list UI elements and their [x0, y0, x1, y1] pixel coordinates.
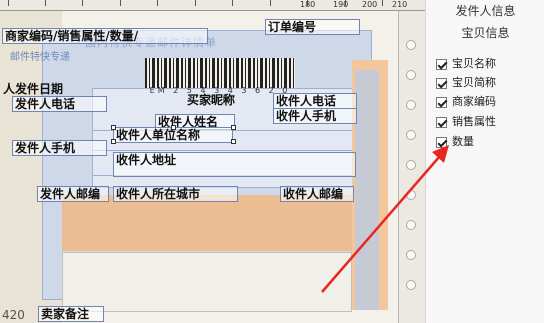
ruler-tick: [82, 0, 83, 6]
field-seller-code-attr[interactable]: 商家编码/销售属性/数量/: [2, 28, 208, 44]
waybill-blue-strip: [355, 70, 379, 310]
field-receiver-mobile[interactable]: 收件人手机: [273, 108, 357, 124]
field-sender-mobile[interactable]: 发件人手机: [12, 140, 107, 156]
perforation-hole: [406, 70, 416, 80]
resize-handle[interactable]: [111, 125, 116, 130]
ruler-tick: [270, 0, 271, 6]
perforation-hole: [406, 250, 416, 260]
perforation-hole: [406, 100, 416, 110]
field-receiver-zip[interactable]: 收件人邮编: [280, 186, 354, 202]
checkbox-icon[interactable]: [436, 136, 447, 148]
option-quantity[interactable]: 数量: [436, 134, 474, 150]
option-label: 商家编码: [452, 96, 496, 108]
ruler-tick: [157, 0, 158, 6]
waybill-printed-subtitle: 邮件特快专递: [10, 52, 70, 63]
field-receiver-phone[interactable]: 收件人电话: [273, 93, 357, 109]
resize-handle[interactable]: [171, 125, 176, 130]
ruler-tick: [382, 0, 383, 6]
ruler-number: 180: [300, 0, 316, 9]
perforation-hole: [406, 280, 416, 290]
ruler-number: 190: [333, 0, 349, 9]
field-sender-phone[interactable]: 发件人电话: [12, 96, 107, 112]
option-item-name[interactable]: 宝贝名称: [436, 56, 496, 72]
perforation-hole: [406, 40, 416, 50]
grid-line: [92, 150, 357, 151]
app-window: 180 190 200 210 国内特快专递邮件详情单 邮件特快专递 EM 2 …: [0, 0, 544, 323]
waybill-canvas[interactable]: 180 190 200 210 国内特快专递邮件详情单 邮件特快专递 EM 2 …: [0, 0, 425, 323]
resize-handle[interactable]: [111, 139, 116, 144]
waybill-bottom-panel: [62, 252, 352, 312]
perforation-hole: [406, 220, 416, 230]
field-seller-note[interactable]: 卖家备注: [38, 306, 104, 322]
resize-handle[interactable]: [231, 139, 236, 144]
field-picker-panel: 发件人信息 宝贝信息 宝贝名称 宝贝简称 商家编码 销售属性 数量: [425, 0, 544, 323]
option-label: 宝贝简称: [452, 77, 496, 89]
field-receiver-address[interactable]: 收件人地址: [113, 152, 356, 177]
option-label: 宝贝名称: [452, 58, 496, 70]
resize-handle[interactable]: [231, 125, 236, 130]
field-receiver-city[interactable]: 收件人所在城市: [113, 186, 238, 202]
checkbox-icon[interactable]: [436, 96, 447, 108]
option-label: 数量: [452, 136, 474, 148]
option-seller-code[interactable]: 商家编码: [436, 94, 496, 110]
bottom-number: 420: [2, 308, 25, 322]
perforation-hole: [406, 130, 416, 140]
perforation-hole: [406, 160, 416, 170]
option-sales-attribute[interactable]: 销售属性: [436, 114, 496, 130]
ruler-tick: [195, 0, 196, 6]
checkbox-icon[interactable]: [436, 77, 447, 89]
field-sender-zip[interactable]: 发件人邮编: [37, 186, 109, 202]
ruler-number: 210: [392, 0, 408, 9]
perforation-hole: [406, 190, 416, 200]
field-sender-date[interactable]: 人发件日期: [3, 82, 63, 96]
option-item-short-name[interactable]: 宝贝简称: [436, 75, 496, 91]
field-buyer-nick[interactable]: 买家昵称: [187, 93, 235, 107]
checkbox-icon[interactable]: [436, 58, 447, 70]
checkbox-icon[interactable]: [436, 116, 447, 128]
field-order-number[interactable]: 订单编号: [265, 19, 360, 35]
option-label: 销售属性: [452, 116, 496, 128]
ruler-tick: [8, 0, 9, 6]
ruler: 180 190 200 210: [0, 0, 425, 11]
ruler-tick: [45, 0, 46, 6]
item-info-tab[interactable]: 宝贝信息: [426, 22, 544, 44]
ruler-tick: [120, 0, 121, 6]
waybill-orange-panel: [62, 195, 354, 251]
ruler-tick: [232, 0, 233, 6]
barcode-image: [145, 58, 295, 88]
sender-info-tab[interactable]: 发件人信息: [426, 0, 544, 22]
ruler-number: 200: [362, 0, 378, 9]
